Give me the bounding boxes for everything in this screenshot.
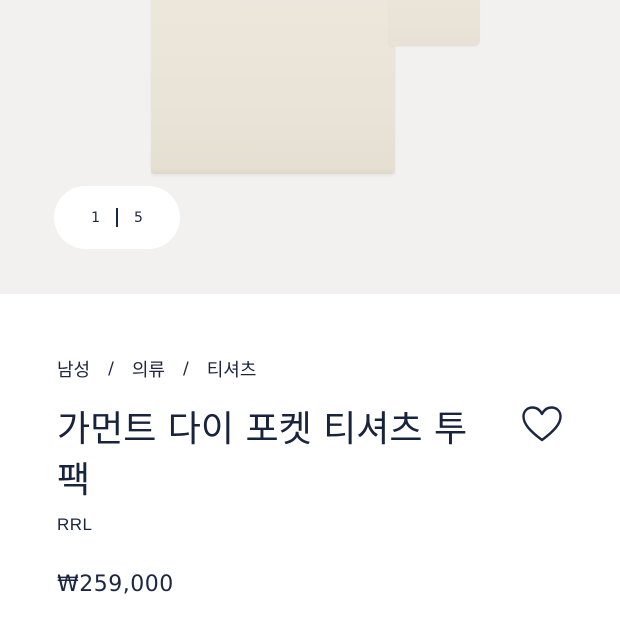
product-price: ₩259,000 — [57, 572, 174, 597]
pager-total: 5 — [134, 209, 143, 226]
breadcrumb-item-men[interactable]: 남성 — [57, 356, 90, 382]
breadcrumb-item-clothing[interactable]: 의류 — [132, 356, 165, 382]
product-page: 1 5 남성 / 의류 / 티셔츠 가먼트 다이 포켓 티셔츠 투팩 RRL ₩… — [0, 0, 620, 620]
breadcrumb-item-tshirts[interactable]: 티셔츠 — [207, 356, 257, 382]
heart-outline-icon — [522, 406, 562, 442]
product-image-gallery[interactable]: 1 5 — [0, 0, 620, 294]
image-pager: 1 5 — [54, 186, 180, 249]
product-details: 남성 / 의류 / 티셔츠 가먼트 다이 포켓 티셔츠 투팩 RRL ₩259,… — [0, 294, 620, 620]
breadcrumb-separator: / — [182, 359, 189, 379]
wishlist-button[interactable] — [518, 402, 566, 446]
breadcrumb: 남성 / 의류 / 티셔츠 — [57, 356, 256, 382]
pager-divider — [116, 208, 118, 227]
pager-current: 1 — [91, 209, 100, 226]
product-brand[interactable]: RRL — [57, 515, 93, 535]
breadcrumb-separator: / — [108, 359, 114, 379]
product-title: 가먼트 다이 포켓 티셔츠 투팩 — [57, 409, 468, 501]
product-image-tshirt — [151, 0, 395, 174]
product-image-second-tshirt — [388, 0, 480, 46]
